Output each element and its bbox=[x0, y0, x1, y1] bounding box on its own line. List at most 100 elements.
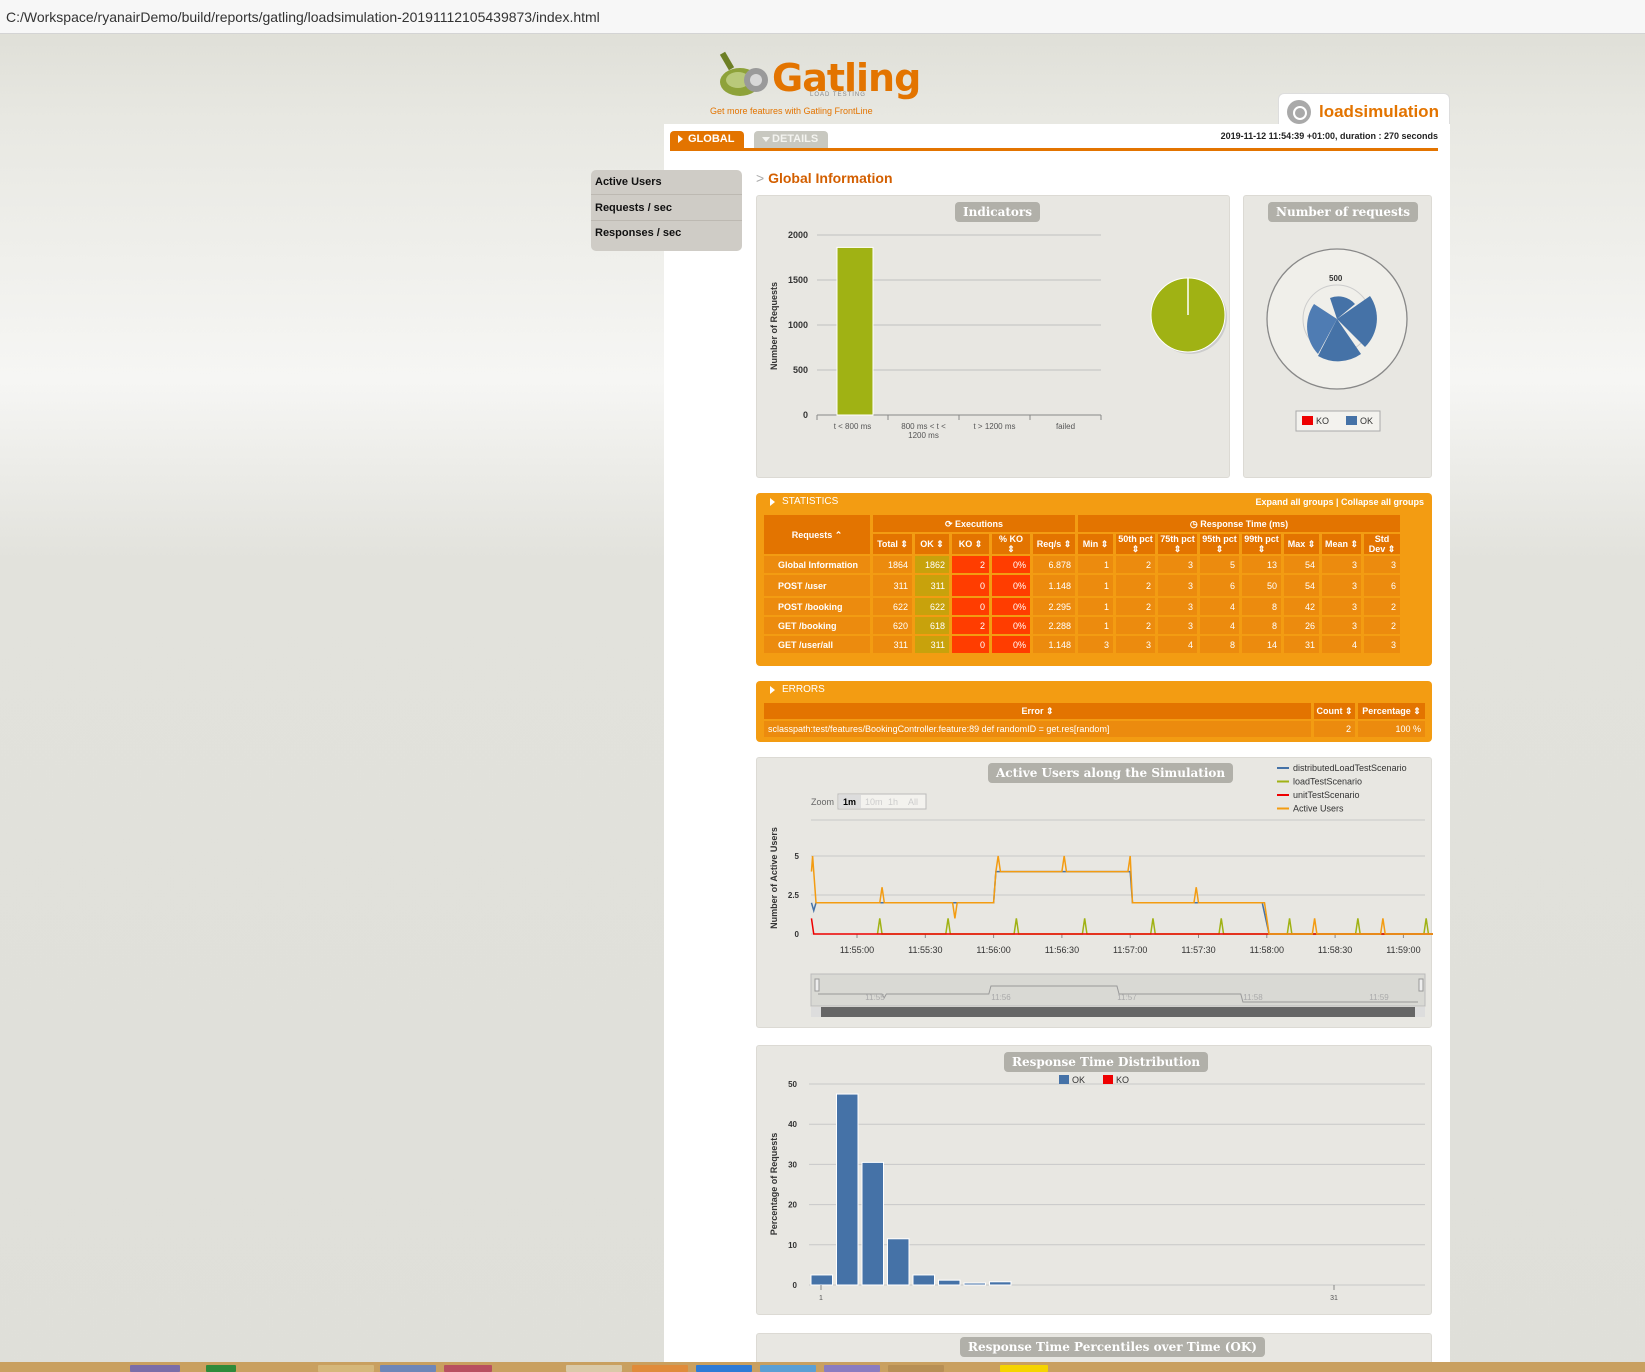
cell-rps: 2.295 bbox=[1033, 598, 1075, 615]
cell-std: 2 bbox=[1364, 617, 1400, 634]
col-total[interactable]: Total ⇕ bbox=[873, 534, 912, 554]
cell-max: 42 bbox=[1284, 598, 1319, 615]
bar bbox=[861, 1161, 884, 1286]
table-row: POST /booking 622 622 0 0% 2.295 1 2 3 4 8 42 3 2 bbox=[764, 598, 1400, 615]
sidebar-item-requests-sec[interactable]: Requests / sec bbox=[591, 196, 742, 221]
bar bbox=[938, 1279, 961, 1286]
frontline-link[interactable]: Get more features with Gatling FrontLine bbox=[710, 106, 873, 116]
y-tick-label: 1500 bbox=[788, 275, 808, 285]
sidebar-item-active-users[interactable]: Active Users bbox=[591, 170, 742, 195]
col-pct-ko[interactable]: % KO ⇕ bbox=[992, 534, 1030, 554]
page-title: Global Information bbox=[756, 170, 892, 186]
taskbar-app-icon[interactable] bbox=[130, 1365, 180, 1372]
taskbar-app-icon[interactable] bbox=[318, 1365, 374, 1372]
cell-ko: 0 bbox=[952, 598, 989, 615]
col-ok[interactable]: OK ⇕ bbox=[915, 534, 949, 554]
scroll-left-arrow bbox=[811, 1007, 821, 1017]
col-count[interactable]: Count ⇕ bbox=[1314, 703, 1355, 719]
request-name[interactable]: GET /booking bbox=[764, 617, 870, 634]
legend-ko-label: KO bbox=[1116, 1075, 1129, 1085]
col-p95[interactable]: 95th pct ⇕ bbox=[1200, 534, 1239, 554]
taskbar-app-icon[interactable] bbox=[632, 1365, 688, 1372]
cell-p95: 8 bbox=[1200, 636, 1239, 653]
col-error[interactable]: Error ⇕ bbox=[764, 703, 1311, 719]
col-p75[interactable]: 75th pct ⇕ bbox=[1158, 534, 1197, 554]
legend-ok-label: OK bbox=[1072, 1075, 1085, 1085]
cell-p95: 4 bbox=[1200, 598, 1239, 615]
taskbar-app-icon[interactable] bbox=[566, 1365, 622, 1372]
taskbar-app-icon[interactable] bbox=[696, 1365, 752, 1372]
legend-ok-swatch bbox=[1059, 1075, 1069, 1084]
number-of-requests-panel: Number of requests 500 KO OK bbox=[1243, 195, 1432, 478]
gatling-logo[interactable]: Gatling LOAD TESTING Get more features w… bbox=[710, 46, 921, 118]
indicators-chart: 2000 1500 1000 500 0 Number of Requests t < 80… bbox=[769, 230, 1227, 440]
col-ko[interactable]: KO ⇕ bbox=[952, 534, 989, 554]
cell-mean: 3 bbox=[1322, 598, 1361, 615]
cell-max: 54 bbox=[1284, 556, 1319, 573]
x-tick-label: 800 ms < t < bbox=[901, 422, 946, 431]
col-requests[interactable]: Requests ⌃ bbox=[764, 515, 870, 554]
cell-p75: 3 bbox=[1158, 617, 1197, 634]
zoom-10m-label: 10m bbox=[865, 797, 883, 807]
legend-ko-swatch bbox=[1103, 1075, 1113, 1084]
legend-label: distributedLoadTestScenario bbox=[1293, 763, 1407, 773]
y-tick-label: 1000 bbox=[788, 320, 808, 330]
cell-min: 1 bbox=[1078, 617, 1113, 634]
col-mean[interactable]: Mean ⇕ bbox=[1322, 534, 1361, 554]
request-name[interactable]: POST /booking bbox=[764, 598, 870, 615]
cell-mean: 3 bbox=[1322, 575, 1361, 596]
x-tick-label: 11:55:30 bbox=[908, 945, 942, 955]
cell-rps: 1.148 bbox=[1033, 575, 1075, 596]
logo-subtitle: LOAD TESTING bbox=[810, 92, 866, 98]
cell-min: 1 bbox=[1078, 556, 1113, 573]
cell-min: 1 bbox=[1078, 598, 1113, 615]
navigator-tick-label: 11:59 bbox=[1369, 993, 1389, 1002]
polar-tick-label: 500 bbox=[1329, 274, 1343, 283]
cell-std: 6 bbox=[1364, 575, 1400, 596]
zoom-1h-label: 1h bbox=[888, 797, 898, 807]
taskbar-app-icon[interactable] bbox=[888, 1365, 944, 1372]
taskbar-app-icon[interactable] bbox=[380, 1365, 436, 1372]
y-tick-label: 500 bbox=[793, 365, 808, 375]
taskbar-app-icon[interactable] bbox=[824, 1365, 880, 1372]
tab-details[interactable]: DETAILS bbox=[754, 131, 828, 148]
cell-ok: 618 bbox=[915, 617, 949, 634]
col-p50[interactable]: 50th pct ⇕ bbox=[1116, 534, 1155, 554]
col-group-executions: ⟳ Executions bbox=[873, 515, 1075, 532]
taskbar-app-icon[interactable] bbox=[206, 1365, 236, 1372]
response-time-percentiles-title: Response Time Percentiles over Time (OK) bbox=[960, 1337, 1265, 1357]
cell-max: 31 bbox=[1284, 636, 1319, 653]
x-tick-label: 11:58:30 bbox=[1318, 945, 1352, 955]
address-bar[interactable]: C:/Workspace/ryanairDemo/build/reports/g… bbox=[0, 0, 1645, 34]
cell-p95: 4 bbox=[1200, 617, 1239, 634]
taskbar-app-icon[interactable] bbox=[760, 1365, 816, 1372]
expand-collapse-groups[interactable]: Expand all groups | Collapse all groups bbox=[1255, 493, 1424, 511]
statistics-toggle[interactable]: STATISTICS bbox=[756, 493, 838, 511]
x-tick-label: failed bbox=[1056, 422, 1075, 431]
zoom-buttons: 1m 10m 1h All bbox=[837, 793, 927, 810]
col-max[interactable]: Max ⇕ bbox=[1284, 534, 1319, 554]
request-name[interactable]: POST /user bbox=[764, 575, 870, 596]
errors-toggle[interactable]: ERRORS bbox=[756, 681, 825, 699]
series-line-load bbox=[876, 918, 1433, 935]
x-tick-label: 1200 ms bbox=[908, 431, 939, 440]
cell-p99: 13 bbox=[1242, 556, 1281, 573]
tab-global[interactable]: GLOBAL bbox=[670, 131, 744, 148]
col-p99[interactable]: 99th pct ⇕ bbox=[1242, 534, 1281, 554]
x-tick-label: t < 800 ms bbox=[834, 422, 872, 431]
taskbar-app-icon[interactable] bbox=[1000, 1365, 1048, 1372]
sidebar-item-responses-sec[interactable]: Responses / sec bbox=[591, 221, 742, 246]
col-percentage[interactable]: Percentage ⇕ bbox=[1358, 703, 1425, 719]
taskbar-app-icon[interactable] bbox=[444, 1365, 492, 1372]
cell-total: 1864 bbox=[873, 556, 912, 573]
request-name[interactable]: GET /user/all bbox=[764, 636, 870, 653]
statistics-table: Requests ⌃ ⟳ Executions ◷ Response Time … bbox=[761, 513, 1403, 655]
col-std[interactable]: Std Dev ⇕ bbox=[1364, 534, 1400, 554]
cell-total: 311 bbox=[873, 575, 912, 596]
col-min[interactable]: Min ⇕ bbox=[1078, 534, 1113, 554]
error-count: 2 bbox=[1314, 721, 1355, 737]
simulation-name: loadsimulation bbox=[1319, 102, 1439, 121]
active-users-panel: Active Users along the Simulation Zoom 1… bbox=[756, 757, 1433, 1028]
col-reqs[interactable]: Req/s ⇕ bbox=[1033, 534, 1075, 554]
bar bbox=[912, 1274, 935, 1286]
